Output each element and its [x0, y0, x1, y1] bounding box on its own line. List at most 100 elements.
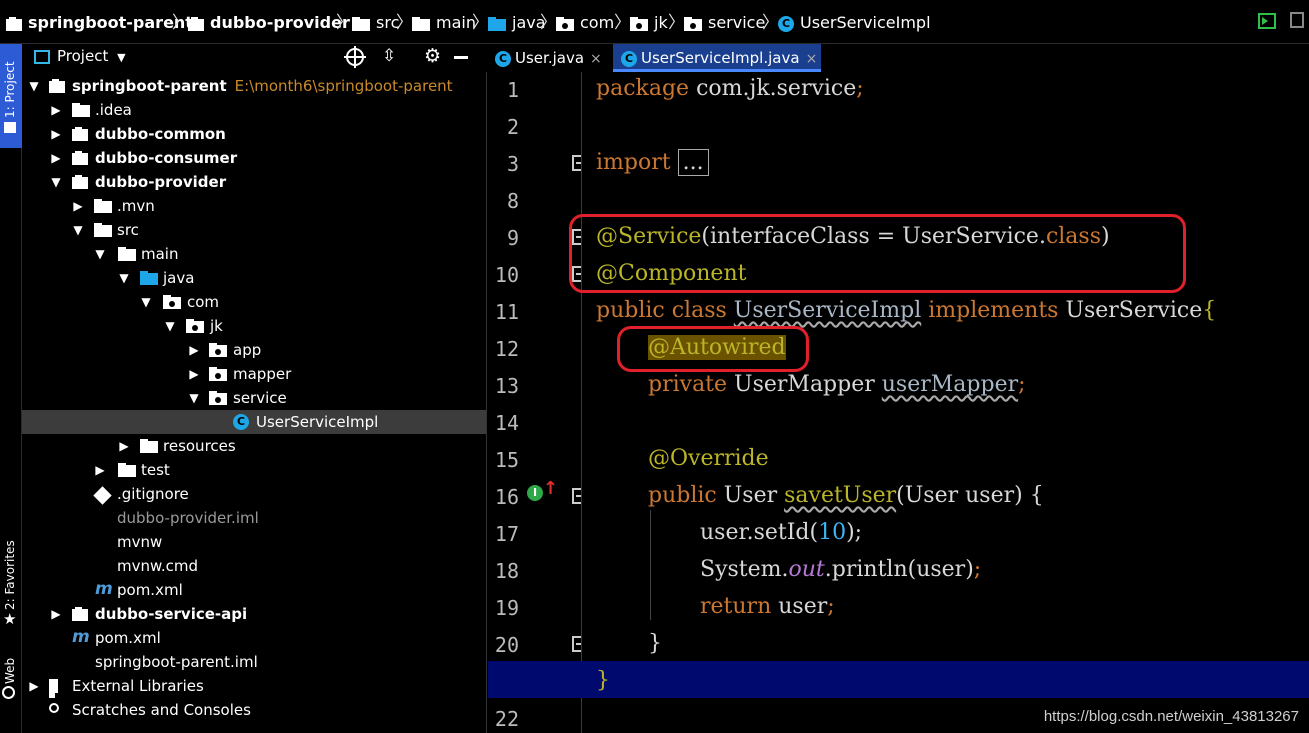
tree-item-springboot-parent[interactable]: ▼ springboot-parent E:\month6\springboot-… — [22, 74, 486, 98]
tree-item-idea[interactable]: ▶ .idea — [22, 98, 486, 122]
tree-item-src[interactable]: ▼ src — [22, 218, 486, 242]
expand-arrow-icon[interactable]: ▼ — [72, 223, 84, 237]
structure-icon[interactable] — [1290, 12, 1304, 28]
tree-item-pom-xml-root[interactable]: m pom.xml — [22, 626, 486, 650]
tree-item-dubbo-consumer[interactable]: ▶ dubbo-consumer — [22, 146, 486, 170]
collapse-arrow-icon[interactable]: ▶ — [118, 439, 130, 453]
expand-arrow-icon[interactable]: ▼ — [94, 247, 106, 261]
close-icon[interactable]: × — [590, 51, 602, 67]
tree-item-dubbo-provider-iml[interactable]: dubbo-provider.iml — [22, 506, 486, 530]
chevron-right-icon: 〉 — [336, 13, 353, 33]
tab-label: UserServiceImpl.java — [641, 49, 800, 67]
expand-arrow-icon[interactable]: ▼ — [118, 271, 130, 285]
tree-item-gitignore[interactable]: .gitignore — [22, 482, 486, 506]
collapse-arrow-icon[interactable]: ▶ — [50, 607, 62, 621]
code-editor[interactable]: package com.jk.service; import ... @Serv… — [488, 72, 1309, 733]
tab-userserviceimpl-java[interactable]: C UserServiceImpl.java × — [613, 44, 821, 72]
gear-icon[interactable]: ⚙ — [424, 45, 441, 67]
favorites-tool-label[interactable]: 2: Favorites — [3, 540, 17, 610]
tree-item-mvnw-cmd[interactable]: mvnw.cmd — [22, 554, 486, 578]
breadcrumb-service[interactable]: service — [684, 12, 765, 34]
tree-item-mvnw[interactable]: mvnw — [22, 530, 486, 554]
terminal-icon[interactable] — [1258, 13, 1276, 29]
tree-item-mvn[interactable]: ▶ .mvn — [22, 194, 486, 218]
collapse-arrow-icon[interactable]: ▶ — [188, 367, 200, 381]
code-line-21: } — [596, 668, 610, 693]
tree-item-userserviceimpl[interactable]: C UserServiceImpl — [22, 410, 486, 434]
line-number: 14 — [494, 411, 519, 435]
web-tool-label[interactable]: Web — [3, 658, 17, 684]
tree-item-label: Scratches and Consoles — [72, 701, 251, 719]
breadcrumb-userserviceimpl[interactable]: C UserServiceImpl — [778, 12, 931, 34]
tree-item-label: mapper — [233, 365, 292, 383]
breadcrumb-springboot-parent[interactable]: springboot-parent — [6, 12, 193, 34]
expand-arrow-icon[interactable]: ▼ — [28, 79, 40, 93]
tree-item-scratches[interactable]: Scratches and Consoles — [22, 698, 486, 722]
package-icon — [186, 319, 204, 333]
line-number: 12 — [494, 337, 519, 361]
implements-method-icon[interactable]: I — [527, 485, 543, 501]
breadcrumb-main[interactable]: main — [412, 12, 476, 34]
tree-item-label: pom.xml — [95, 629, 161, 647]
breadcrumb-jk[interactable]: jk — [630, 12, 668, 34]
project-panel-header: Project ▼ ⇳ ⚙ — [22, 44, 487, 73]
line-number: 19 — [494, 596, 519, 620]
chevron-right-icon: 〉 — [472, 13, 489, 33]
expand-arrow-icon[interactable]: ▼ — [140, 295, 152, 309]
tree-item-pom-xml-provider[interactable]: m pom.xml — [22, 578, 486, 602]
collapse-arrow-icon[interactable]: ▶ — [94, 463, 106, 477]
project-view-selector[interactable]: Project ▼ — [57, 47, 126, 65]
folder-icon — [94, 199, 112, 213]
tree-item-label: dubbo-service-api — [95, 605, 248, 623]
locate-icon[interactable] — [344, 46, 366, 68]
tree-item-java[interactable]: ▼ java — [22, 266, 486, 290]
tab-user-java[interactable]: C User.java × — [487, 44, 610, 72]
navigation-bar: springboot-parent 〉 dubbo-provider 〉 src… — [0, 0, 1309, 44]
module-icon — [72, 127, 88, 141]
chevron-right-icon: 〉 — [540, 13, 557, 33]
tree-item-jk[interactable]: ▼ jk — [22, 314, 486, 338]
close-icon[interactable]: × — [806, 51, 818, 67]
collapse-arrow-icon[interactable]: ▶ — [188, 343, 200, 357]
expand-arrow-icon[interactable]: ▼ — [188, 391, 200, 405]
folder-icon — [352, 16, 370, 31]
line-number: 1 — [506, 78, 519, 102]
breadcrumb-java[interactable]: java — [488, 12, 546, 34]
tree-item-app[interactable]: ▶ app — [22, 338, 486, 362]
package-icon — [163, 295, 181, 309]
tree-item-dubbo-service-api[interactable]: ▶ dubbo-service-api — [22, 602, 486, 626]
project-tool-button[interactable]: 1: Project — [0, 44, 22, 148]
collapse-arrow-icon[interactable]: ▶ — [72, 199, 84, 213]
tree-item-service[interactable]: ▼ service — [22, 386, 486, 410]
tree-item-main[interactable]: ▼ main — [22, 242, 486, 266]
tree-item-label: com — [187, 293, 220, 311]
collapse-arrow-icon[interactable]: ▶ — [50, 127, 62, 141]
tree-item-mapper[interactable]: ▶ mapper — [22, 362, 486, 386]
collapse-arrow-icon[interactable]: ▶ — [28, 679, 40, 693]
tree-item-external-libraries[interactable]: ▶ External Libraries — [22, 674, 486, 698]
collapse-arrow-icon[interactable]: ▶ — [50, 151, 62, 165]
folded-imports[interactable]: ... — [677, 149, 709, 176]
code-line-18: System.out.println(user); — [700, 557, 982, 582]
hide-icon[interactable] — [454, 56, 468, 59]
breadcrumb-dubbo-provider[interactable]: dubbo-provider — [188, 12, 350, 34]
tree-item-dubbo-common[interactable]: ▶ dubbo-common — [22, 122, 486, 146]
tree-item-dubbo-provider[interactable]: ▼ dubbo-provider — [22, 170, 486, 194]
tree-item-label: app — [233, 341, 262, 359]
caret-down-icon: ▼ — [117, 51, 126, 64]
breadcrumb-src[interactable]: src — [352, 12, 399, 34]
line-number: 22 — [494, 707, 519, 731]
class-icon: C — [233, 414, 249, 430]
line-number: 16 — [494, 485, 519, 509]
tree-item-com[interactable]: ▼ com — [22, 290, 486, 314]
code-line-15: @Override — [648, 446, 769, 471]
code-line-17: user.setId(10); — [700, 520, 863, 545]
tree-item-springboot-parent-iml[interactable]: springboot-parent.iml — [22, 650, 486, 674]
expand-arrow-icon[interactable]: ▼ — [164, 319, 176, 333]
tree-item-resources[interactable]: ▶ resources — [22, 434, 486, 458]
breadcrumb-com[interactable]: com — [556, 12, 614, 34]
collapse-arrow-icon[interactable]: ▶ — [50, 103, 62, 117]
collapse-all-icon[interactable]: ⇳ — [382, 46, 396, 66]
tree-item-test[interactable]: ▶ test — [22, 458, 486, 482]
expand-arrow-icon[interactable]: ▼ — [50, 175, 62, 189]
